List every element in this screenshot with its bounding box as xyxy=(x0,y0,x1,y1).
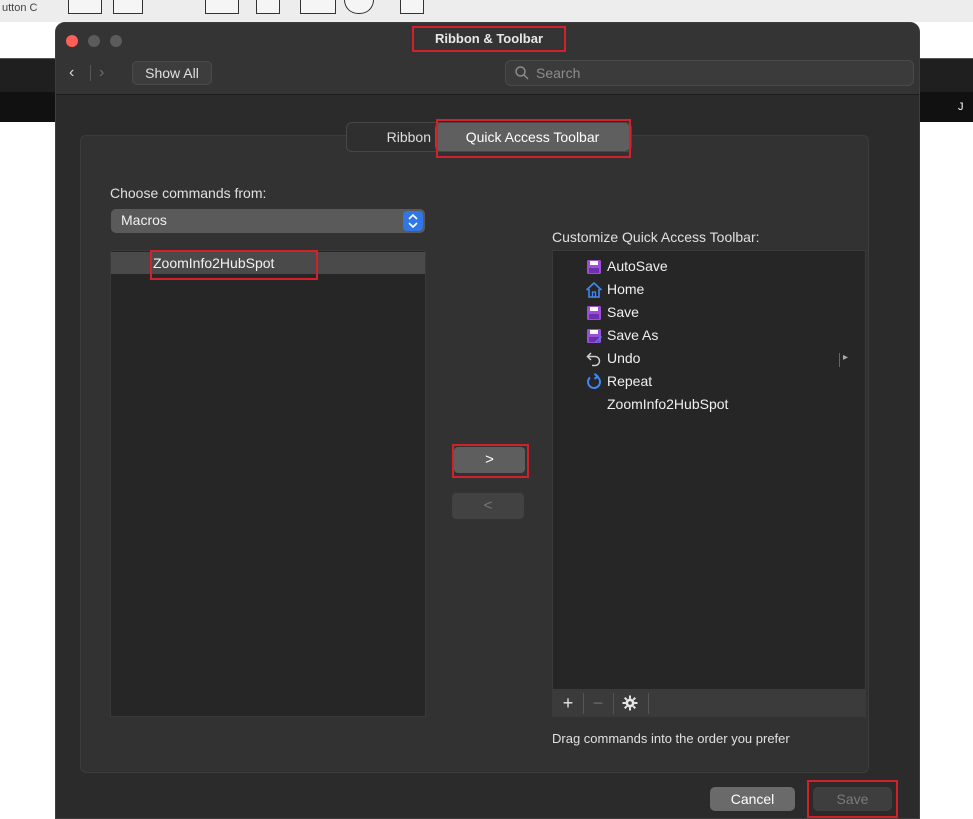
background-control xyxy=(400,0,424,14)
list-toolbar: + − xyxy=(552,690,866,717)
list-item-label: Save xyxy=(607,304,639,320)
search-field[interactable]: Search xyxy=(505,60,914,86)
save-as-icon xyxy=(587,329,602,343)
list-item-label: Save As xyxy=(607,327,659,343)
save-button[interactable]: Save xyxy=(813,787,892,811)
search-icon xyxy=(515,66,529,80)
undo-icon xyxy=(586,352,601,367)
ribbon-toolbar-window: Ribbon & Toolbar ‹ › Show All Search Rib… xyxy=(55,22,920,819)
dropdown-value: Macros xyxy=(121,212,167,228)
divider xyxy=(613,693,614,714)
background-control xyxy=(113,0,143,14)
customize-qat-label: Customize Quick Access Toolbar: xyxy=(552,229,760,245)
list-item-label: ZoomInfo2HubSpot xyxy=(153,255,275,271)
home-icon xyxy=(585,281,603,298)
save-icon xyxy=(587,306,601,320)
show-all-button[interactable]: Show All xyxy=(132,61,212,85)
zoom-window-button[interactable] xyxy=(110,35,122,47)
divider xyxy=(839,353,840,367)
minimize-window-button[interactable] xyxy=(88,35,100,47)
background-column-j: J xyxy=(958,101,964,113)
tab-quick-access-toolbar[interactable]: Quick Access Toolbar xyxy=(435,123,630,151)
background-control xyxy=(300,0,336,14)
available-commands-list[interactable]: ZoomInfo2HubSpot xyxy=(110,250,426,717)
commands-source-dropdown[interactable]: Macros xyxy=(111,209,425,233)
background-control xyxy=(68,0,102,14)
cancel-button[interactable]: Cancel xyxy=(710,787,795,811)
titlebar: Ribbon & Toolbar ‹ › Show All Search xyxy=(56,23,919,95)
list-item-label: ZoomInfo2HubSpot xyxy=(607,396,729,412)
remove-item-button[interactable]: − xyxy=(585,691,611,716)
forward-icon[interactable]: › xyxy=(99,64,104,82)
background-control xyxy=(256,0,280,14)
qat-commands-list[interactable]: AutoSave Home Save Save As Undo Repeat Z… xyxy=(552,250,866,690)
nav-divider xyxy=(90,65,91,81)
list-item[interactable]: ZoomInfo2HubSpot xyxy=(111,252,425,274)
remove-command-button[interactable]: < xyxy=(452,493,524,519)
background-toolbar-label: utton C xyxy=(2,2,38,14)
expand-arrow-icon[interactable]: ▸ xyxy=(843,352,848,363)
background-app-toolbar: utton C xyxy=(0,0,973,22)
background-control xyxy=(205,0,239,14)
dropdown-stepper[interactable] xyxy=(403,211,423,231)
search-placeholder: Search xyxy=(536,65,581,81)
tab-segmented-control: Ribbon Quick Access Toolbar xyxy=(346,122,632,152)
choose-commands-label: Choose commands from: xyxy=(110,185,267,201)
chevron-up-down-icon xyxy=(408,213,418,229)
list-item-label: AutoSave xyxy=(607,258,668,274)
back-icon[interactable]: ‹ xyxy=(69,64,74,82)
background-control xyxy=(344,0,374,14)
divider xyxy=(648,693,649,714)
add-item-button[interactable]: + xyxy=(555,691,581,716)
list-item-label: Repeat xyxy=(607,373,653,389)
drag-hint-text: Drag commands into the order you prefer xyxy=(552,731,790,746)
list-item-label: Undo xyxy=(607,350,641,366)
settings-button[interactable] xyxy=(617,691,643,716)
autosave-icon xyxy=(587,260,601,274)
list-item-label: Home xyxy=(607,281,645,297)
divider xyxy=(583,693,584,714)
repeat-icon xyxy=(587,373,601,389)
add-command-button[interactable]: > xyxy=(454,447,525,473)
gear-icon xyxy=(622,695,638,711)
window-title: Ribbon & Toolbar xyxy=(412,26,566,52)
tab-ribbon[interactable]: Ribbon xyxy=(347,123,435,151)
close-window-button[interactable] xyxy=(66,35,78,47)
